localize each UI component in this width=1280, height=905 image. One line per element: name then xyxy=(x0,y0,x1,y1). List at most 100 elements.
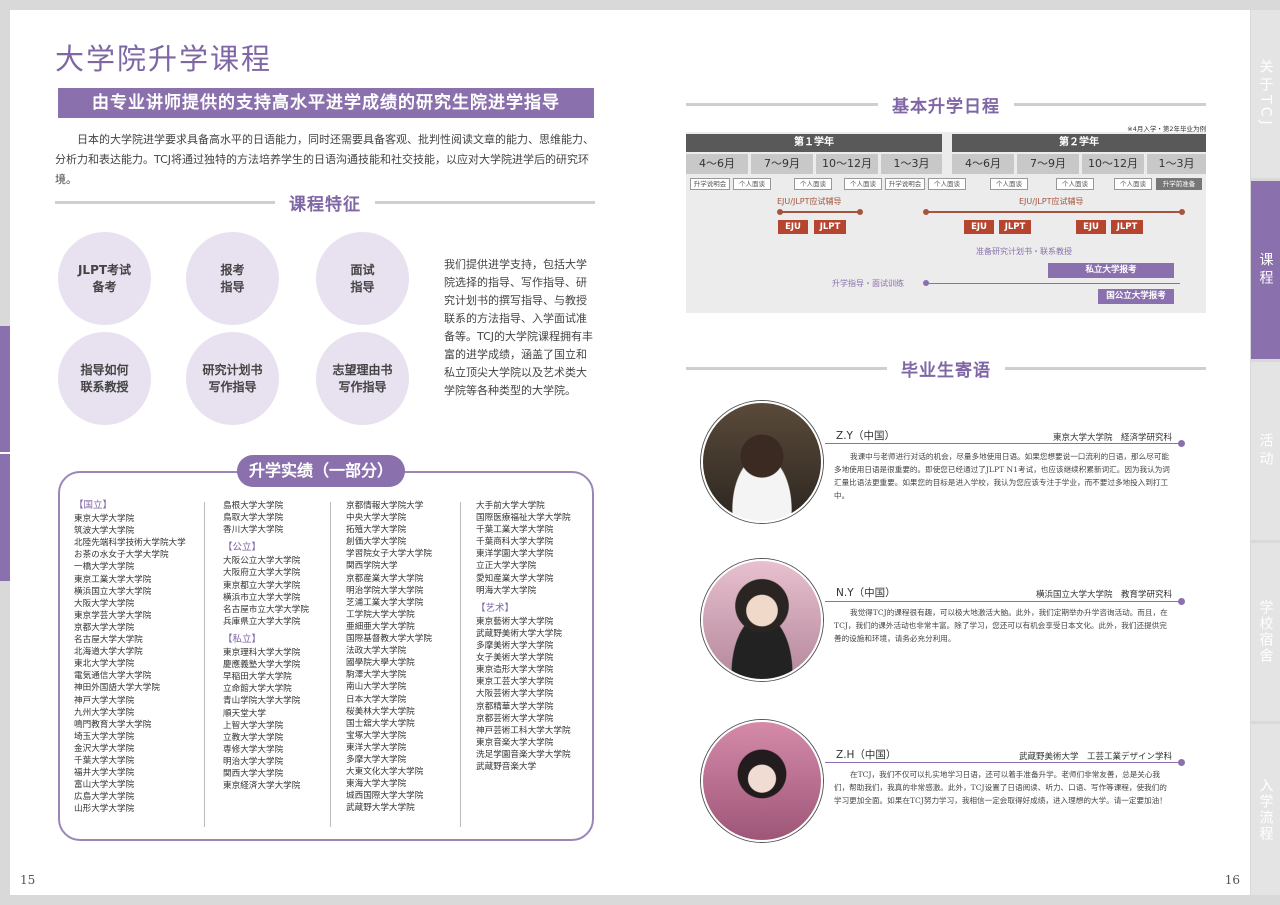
school-item: 慶應義塾大学大学院 xyxy=(223,660,301,671)
testimonial-text: 在TCJ，我们不仅可以扎实地学习日语，还可以着手准备升学。老师们非常友善，总是关… xyxy=(834,770,1167,805)
features-heading: 课程特征 xyxy=(55,190,595,215)
school-item: 東京工業大学大学院 xyxy=(74,574,152,585)
school-item: 東京学芸大学大学院 xyxy=(74,610,152,621)
school-item: 京都情報大学院大学 xyxy=(346,501,424,511)
tab-admission[interactable]: 入学流程 xyxy=(1251,724,1280,895)
school-item: 女子美術大学大学院 xyxy=(476,653,554,664)
school-item: 九州大学大学院 xyxy=(74,707,135,718)
feature-jlpt: JLPT考试 备考 xyxy=(58,232,151,325)
feature-contact-professor: 指导如何 联系教授 xyxy=(58,332,151,425)
features-description: 我们提供进学支持，包括大学院选择的指导、写作指导、研究计划书的撰写指导、与教授联… xyxy=(444,258,593,397)
school-item: 東洋学園大学大学院 xyxy=(476,549,554,560)
school-item: 洗足学園音楽大学大学院 xyxy=(476,749,571,760)
school-item: 鳥取大学大学院 xyxy=(223,513,284,524)
school-item: 桜美林大学大学院 xyxy=(346,706,415,717)
results-col-3: 京都情報大学院大学 中央大学大学院 拓殖大学大学院 創価大学大学院 学習院女子大学大学院… xyxy=(346,500,432,814)
testimonials-heading: 毕业生寄语 xyxy=(686,356,1206,381)
school-item: 東京造形大学大学院 xyxy=(476,665,554,676)
course-banner: 由专业讲师提供的支持高水平进学成绩的研究生院进学指导 xyxy=(58,88,594,118)
school-item: 鳴門教育大学大学院 xyxy=(74,719,152,730)
list-private-cont2: 大手前大学大学院 国際医療福祉大学大学院 千葉工業大学大学院 千葉商科大学大学院 東洋学… xyxy=(476,500,571,597)
school-item: 多摩大学大学院 xyxy=(346,754,407,765)
left-page: 大学院升学课程 由专业讲师提供的支持高水平进学成绩的研究生院进学指导 日本的大学… xyxy=(10,10,622,895)
tag-interview: 个人面谈 xyxy=(844,178,882,190)
results-heading: 升学实绩（一部分） xyxy=(237,455,405,487)
testimonial-text: 我觉得TCJ的课程很有趣，可以极大地激活大脑。此外，我们定期举办升学咨询活动。而… xyxy=(834,608,1168,643)
jlpt-tag: JLPT xyxy=(1111,220,1143,234)
results-col-2: 島根大学大学院 鳥取大学大学院 香川大学大学院 【公立】 大阪公立大学大学院 大阪府立… xyxy=(223,500,309,792)
list-private: 東京理科大学大学院 慶應義塾大学大学院 早稲田大学大学院 立命館大学大学院 青山学院大学… xyxy=(223,647,309,792)
school-item: 京都産業大学大学院 xyxy=(346,573,424,584)
tag-pre-enrollment: 升学前准备 xyxy=(1156,178,1202,190)
school-item: 明治学院大学大学院 xyxy=(346,585,424,596)
page-number-left: 15 xyxy=(20,873,36,887)
school-item: 一橋大学大学院 xyxy=(74,562,135,573)
feature-interview: 面试 指导 xyxy=(316,232,409,325)
tab-activities[interactable]: 活动 xyxy=(1251,362,1280,540)
tag-interview: 个人面谈 xyxy=(990,178,1028,190)
school-item: 城西国際大学大学院 xyxy=(346,791,424,802)
tag-interview: 个人面谈 xyxy=(794,178,832,190)
feature-motivation-letter: 志望理由书 写作指导 xyxy=(316,332,409,425)
school-item: 横浜市立大学大学院 xyxy=(223,592,301,603)
school-item: 埼玉大学大学院 xyxy=(74,731,135,742)
school-item: 東京理科大学大学院 xyxy=(223,648,301,659)
school-item: 東海大学大学院 xyxy=(346,779,407,790)
year1-header: 第１学年 xyxy=(686,134,942,152)
school-item: お茶の水女子大学大学院 xyxy=(74,550,169,561)
school-item: 電気通信大学大学院 xyxy=(74,671,152,682)
school-item: 北陸先端科学技術大学院大学 xyxy=(74,538,186,549)
school-item: 東京音楽大学大学院 xyxy=(476,737,554,748)
avatar-ny xyxy=(701,559,823,681)
schedule-heading: 基本升学日程 xyxy=(686,92,1206,117)
school-item: 香川大学大学院 xyxy=(223,525,284,536)
feature-application: 报考 指导 xyxy=(186,232,279,325)
school-item: 大阪府立大学大学院 xyxy=(223,568,301,579)
school-item: 順天堂大学 xyxy=(223,708,266,719)
avatar-zh xyxy=(701,720,823,842)
quarter: 10～12月 xyxy=(1082,154,1144,174)
tab-about[interactable]: 关于TCJ xyxy=(1251,10,1280,178)
quarter: 1～3月 xyxy=(881,154,942,174)
schedule-chart: 第１学年 第２学年 4～6月 7～9月 10～12月 1～3月 4～6月 7～9… xyxy=(686,132,1206,313)
school-item: 大東文化大学大学院 xyxy=(346,767,424,778)
eju-tag: EJU xyxy=(778,220,808,234)
eju-tag: EJU xyxy=(964,220,994,234)
tab-dormitory[interactable]: 学校宿舍 xyxy=(1251,543,1280,721)
tag-info-session: 升学说明会 xyxy=(690,178,730,190)
school-item: 筑波大学大学院 xyxy=(74,526,135,537)
list-public: 大阪公立大学大学院 大阪府立大学大学院 東京都立大学大学院 横浜市立大学大学院 名古屋市… xyxy=(223,555,309,628)
tab-label: 课程 xyxy=(1257,252,1274,288)
school-item: 宝塚大学大学院 xyxy=(346,730,407,741)
school-item: 東洋大学大学院 xyxy=(346,742,407,753)
avatar-zy xyxy=(701,401,823,523)
category-national: 【国立】 xyxy=(74,500,113,511)
list-national: 東京大学大学院 筑波大学大学院 北陸先端科学技術大学院大学 お茶の水女子大学大学院 一橋… xyxy=(74,513,186,815)
eju-label-year2: EJU/JLPT应试辅导 xyxy=(1019,197,1084,206)
school-item: 青山学院大学大学院 xyxy=(223,696,301,707)
school-item: 多摩美術大学大学院 xyxy=(476,641,554,652)
school-item: 立正大学大学院 xyxy=(476,561,537,572)
school-item: 芝浦工業大学大学院 xyxy=(346,597,424,608)
list-national-cont: 島根大学大学院 鳥取大学大学院 香川大学大学院 xyxy=(223,500,309,536)
school-item: 大阪大学大学院 xyxy=(74,598,135,609)
private-application-bar: 私立大学报考 xyxy=(1048,263,1174,278)
tag-interview: 个人面谈 xyxy=(1056,178,1094,190)
school-item: 広島大学大学院 xyxy=(74,792,135,803)
quarter: 7～9月 xyxy=(1017,154,1079,174)
school-item: 東京経済大学大学院 xyxy=(223,781,301,792)
school-item: 関西学院大学 xyxy=(346,561,398,572)
tab-courses[interactable]: 课程 xyxy=(1251,181,1280,359)
school-item: 神田外国語大学大学院 xyxy=(74,683,160,694)
school-item: 北海道大学大学院 xyxy=(74,647,143,658)
school-item: 専修大学大学院 xyxy=(223,744,284,755)
school-item: 明治大学大学院 xyxy=(223,756,284,767)
school-item: 千葉商科大学大学院 xyxy=(476,537,554,548)
quarter: 4～6月 xyxy=(952,154,1014,174)
school-item: 千葉工業大学大学院 xyxy=(476,525,554,536)
school-item: 名古屋大学大学院 xyxy=(74,635,143,646)
school-item: 名古屋市立大学大学院 xyxy=(223,604,309,615)
school-item: 創価大学大学院 xyxy=(346,537,407,548)
eju-label-year1: EJU/JLPT应试辅导 xyxy=(777,197,842,206)
page-title: 大学院升学课程 xyxy=(55,42,273,76)
